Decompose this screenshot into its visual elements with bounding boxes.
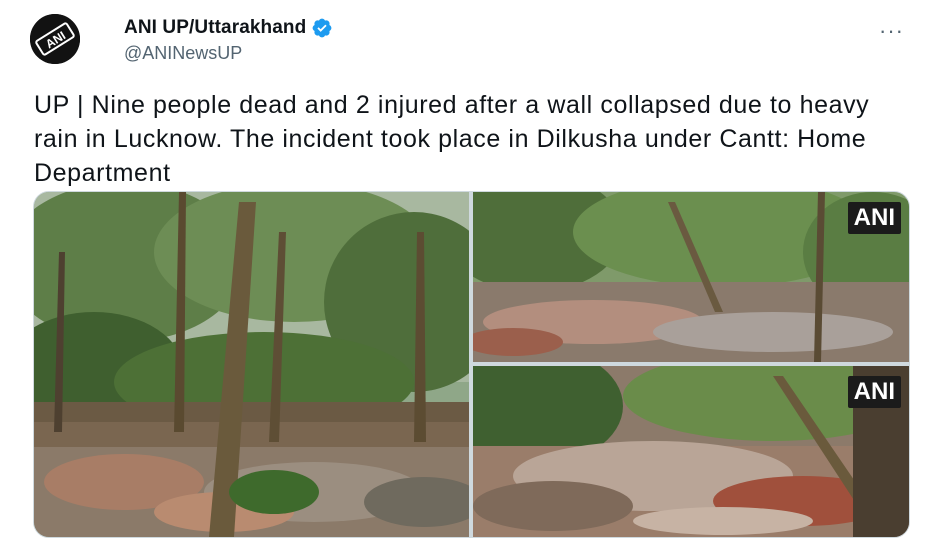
avatar[interactable]: ANI	[30, 14, 80, 64]
media-grid: ANI ANI	[33, 191, 910, 538]
photo-collapsed-wall-rubble[interactable]: ANI	[473, 192, 909, 362]
verified-badge-icon	[312, 18, 332, 38]
display-name[interactable]: ANI UP/Uttarakhand	[124, 17, 306, 39]
tweet-header: ANI UP/Uttarakhand @ANINewsUP	[124, 17, 333, 64]
name-row: ANI UP/Uttarakhand	[124, 17, 333, 39]
ani-watermark: ANI	[847, 202, 901, 234]
photo-wall-collapse-trees[interactable]	[34, 192, 469, 537]
ani-watermark: ANI	[847, 376, 901, 408]
handle[interactable]: @ANINewsUP	[124, 43, 333, 64]
photo-top-right-illustration	[473, 192, 909, 362]
tweet-text: UP | Nine people dead and 2 injured afte…	[34, 91, 870, 187]
more-options-icon[interactable]: ···	[879, 18, 904, 44]
ani-logo-icon: ANI	[30, 14, 80, 64]
photo-brick-debris[interactable]: ANI	[473, 366, 909, 537]
photo-left-illustration	[34, 192, 469, 537]
photo-bottom-right-illustration	[473, 366, 909, 537]
